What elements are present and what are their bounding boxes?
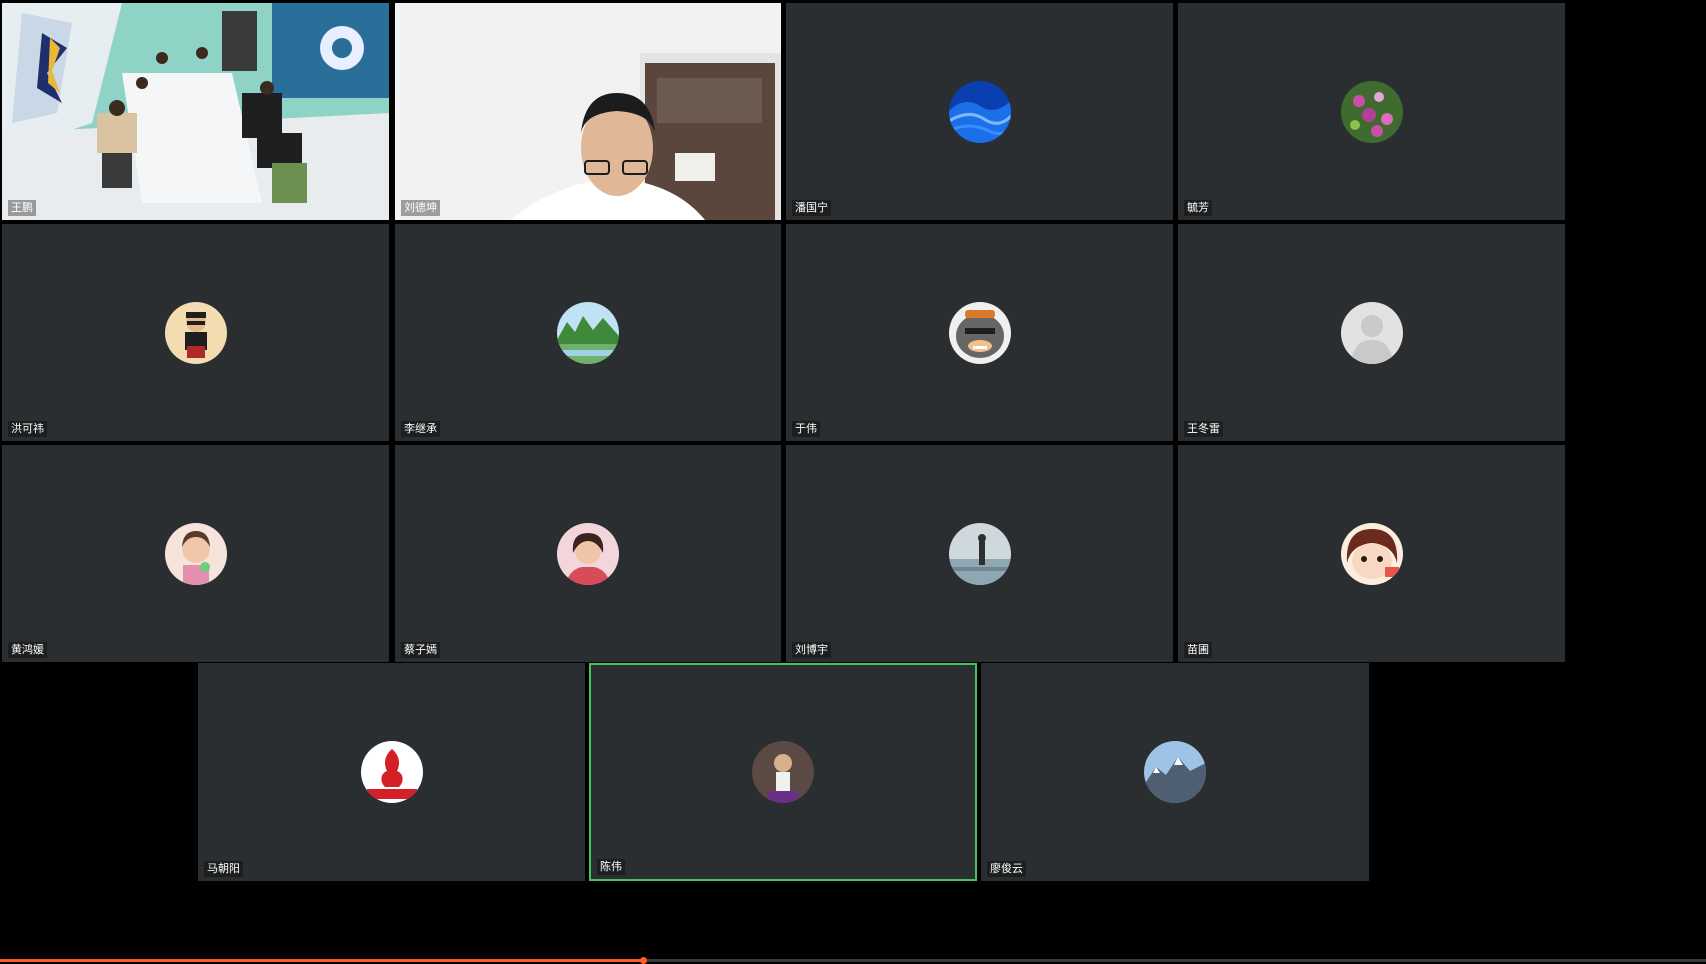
- participant-tile-wang-donglei[interactable]: 王冬雷: [1178, 224, 1565, 441]
- participant-name: 毓芳: [1184, 200, 1212, 216]
- cartoon-man-icon: [164, 301, 227, 364]
- avatar: [1340, 522, 1403, 585]
- liverpool-crest-icon: [360, 741, 423, 803]
- participant-name: 蔡子嫣: [401, 642, 440, 658]
- participant-tile-liao-junyun[interactable]: 廖俊云: [981, 663, 1369, 881]
- avatar: [360, 741, 423, 803]
- avatar: [948, 522, 1011, 585]
- participant-tile-cai-ziyan[interactable]: 蔡子嫣: [395, 445, 781, 662]
- participant-name: 洪可祎: [8, 421, 47, 437]
- participant-tile-miao-pu[interactable]: 苗圃: [1178, 445, 1565, 662]
- playback-scrubber-handle[interactable]: [640, 957, 648, 964]
- participant-tile-chen-wei[interactable]: 陈伟: [589, 663, 977, 881]
- participant-tile-li-jicheng[interactable]: 李继承: [395, 224, 781, 441]
- avatar: [1340, 80, 1403, 143]
- avatar: [752, 741, 814, 803]
- participant-name: 马朝阳: [204, 861, 243, 877]
- child-photo-icon: [164, 522, 227, 585]
- participant-tile-liu-boyu[interactable]: 刘博宇: [786, 445, 1173, 662]
- participant-name: 李继承: [401, 421, 440, 437]
- participant-tile-yu-wei[interactable]: 于伟: [786, 224, 1173, 441]
- flowers-icon: [1340, 80, 1403, 143]
- avatar: [164, 301, 227, 364]
- blue-wave-icon: [948, 80, 1011, 143]
- participant-name: 廖俊云: [987, 861, 1026, 877]
- avatar: [948, 80, 1011, 143]
- avatar: [1340, 301, 1403, 364]
- participant-tile-hong-keyi[interactable]: 洪可祎: [2, 224, 389, 441]
- girl-photo-icon: [557, 522, 619, 585]
- avatar: [557, 301, 619, 364]
- participant-tile-huang-hongyuan[interactable]: 黄鸿媛: [2, 445, 389, 662]
- participant-tile-pan-guoning[interactable]: 潘国宁: [786, 3, 1173, 220]
- meeting-room-video: [2, 3, 389, 220]
- participant-name: 黄鸿媛: [8, 642, 47, 658]
- wolf-cartoon-icon: [948, 301, 1011, 364]
- playback-progress-fill: [0, 959, 644, 962]
- participant-name: 陈伟: [597, 859, 625, 875]
- mountains-icon: [1144, 741, 1206, 803]
- participant-name: 刘德坤: [401, 200, 440, 216]
- cartoon-girl-icon: [1340, 522, 1403, 585]
- participant-tile-ma-chaoyang[interactable]: 马朝阳: [198, 663, 585, 881]
- person-at-desk-video: [395, 3, 781, 220]
- landscape-river-icon: [557, 301, 619, 364]
- participant-name: 王鹏: [8, 200, 36, 216]
- participant-name: 苗圃: [1184, 642, 1212, 658]
- participant-name: 刘博宇: [792, 642, 831, 658]
- lake-figure-icon: [948, 522, 1011, 585]
- man-photo-icon: [752, 741, 814, 803]
- avatar: [164, 522, 227, 585]
- participant-name: 于伟: [792, 421, 820, 437]
- participant-name: 王冬雷: [1184, 421, 1223, 437]
- avatar: [948, 301, 1011, 364]
- participant-tile-liu-dekun[interactable]: 刘德坤: [395, 3, 781, 220]
- avatar: [1144, 741, 1206, 803]
- default-user-icon: [1340, 301, 1403, 364]
- avatar: [557, 522, 619, 585]
- playback-progress-bar[interactable]: [0, 957, 1706, 964]
- participant-tile-wang-peng[interactable]: 王鹏: [2, 3, 389, 220]
- participant-tile-yu-fang[interactable]: 毓芳: [1178, 3, 1565, 220]
- participant-name: 潘国宁: [792, 200, 831, 216]
